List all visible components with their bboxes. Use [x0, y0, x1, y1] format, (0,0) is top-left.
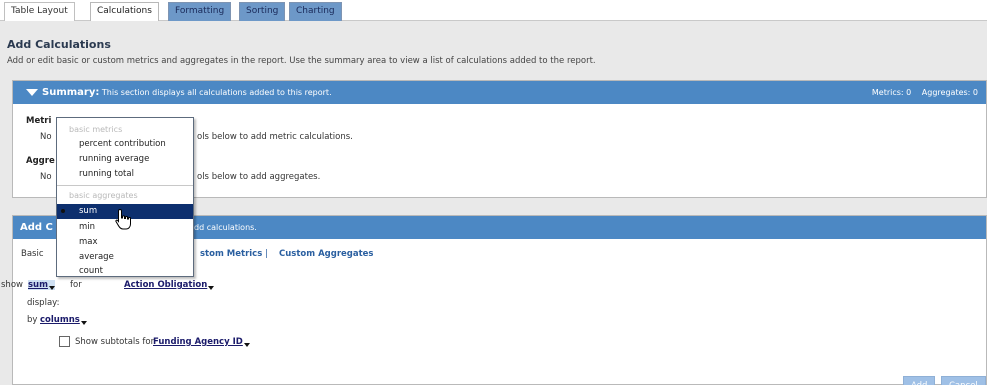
menu-item-percent-contribution[interactable]: percent contribution: [57, 137, 193, 152]
aggregates-count: Aggregates: 0: [921, 88, 978, 97]
metrics-none: No: [40, 132, 52, 142]
selected-bullet-icon: [61, 209, 65, 213]
by-label: by: [27, 315, 38, 325]
menu-group-basic-aggregates: basic aggregates: [69, 191, 138, 200]
aggregates-hint: ols below to add aggregates.: [197, 172, 321, 182]
by-select-value: columns: [40, 315, 80, 325]
metrics-hint: ols below to add metric calculations.: [197, 132, 353, 142]
page-description: Add or edit basic or custom metrics and …: [7, 56, 596, 66]
menu-group-basic-metrics: basic metrics: [69, 125, 123, 134]
add-calc-title: Add C: [20, 222, 53, 233]
aggregates-none: No: [40, 172, 52, 182]
summary-subtitle: This section displays all calculations a…: [101, 88, 332, 97]
field-select-value: Action Obligation: [124, 280, 208, 290]
dropdown-arrow-icon: [243, 343, 250, 347]
summary-title: Summary:: [42, 87, 100, 98]
custom-metrics-link[interactable]: stom Metrics: [200, 249, 262, 259]
dropdown-arrow-icon: [48, 286, 55, 290]
display-label: display:: [27, 298, 60, 308]
cancel-button[interactable]: Cancel: [941, 376, 986, 385]
subtotals-field-value: Funding Agency ID: [153, 337, 243, 347]
tab-sorting[interactable]: Sorting: [239, 2, 286, 21]
for-label: for: [70, 280, 82, 290]
page-title: Add Calculations: [7, 38, 111, 51]
menu-item-count[interactable]: count: [57, 264, 193, 279]
add-calc-subtitle: dd calculations.: [194, 223, 257, 232]
aggregate-select[interactable]: sum: [28, 280, 55, 290]
tab-table-layout[interactable]: Table Layout: [4, 2, 75, 21]
tab-charting[interactable]: Charting: [289, 2, 342, 21]
tab-bar: Table Layout Calculations Formatting Sor…: [0, 0, 987, 22]
dropdown-arrow-icon: [208, 286, 215, 290]
basic-label: Basic: [21, 249, 44, 259]
dropdown-arrow-icon: [80, 321, 87, 325]
menu-item-running-total[interactable]: running total: [57, 167, 193, 182]
menu-item-sum-label: sum: [79, 206, 98, 216]
metrics-count: Metrics: 0: [871, 88, 912, 97]
tab-calculations[interactable]: Calculations: [90, 2, 159, 22]
subtotals-checkbox[interactable]: [59, 336, 70, 347]
add-button[interactable]: Add: [903, 376, 936, 385]
aggregate-select-value: sum: [28, 280, 48, 290]
tab-formatting[interactable]: Formatting: [168, 2, 232, 21]
subtotals-field-select[interactable]: Funding Agency ID: [153, 337, 250, 347]
by-select[interactable]: columns: [40, 315, 87, 325]
metrics-label: Metri: [26, 116, 52, 126]
summary-header[interactable]: Summary: This section displays all calcu…: [13, 81, 986, 104]
collapse-caret-icon[interactable]: [26, 89, 38, 96]
link-separator: |: [265, 249, 268, 259]
menu-separator: [57, 185, 193, 186]
show-label: show: [1, 280, 23, 290]
hand-cursor-icon: [115, 208, 131, 230]
field-select[interactable]: Action Obligation: [124, 280, 215, 290]
menu-item-average[interactable]: average: [57, 250, 193, 265]
aggregates-label: Aggre: [26, 156, 55, 166]
subtotals-label: Show subtotals for: [75, 337, 155, 347]
menu-item-max[interactable]: max: [57, 235, 193, 250]
custom-aggregates-link[interactable]: Custom Aggregates: [279, 249, 373, 259]
menu-item-running-average[interactable]: running average: [57, 152, 193, 167]
aggregate-dropdown-menu: basic metrics percent contribution runni…: [56, 117, 194, 277]
